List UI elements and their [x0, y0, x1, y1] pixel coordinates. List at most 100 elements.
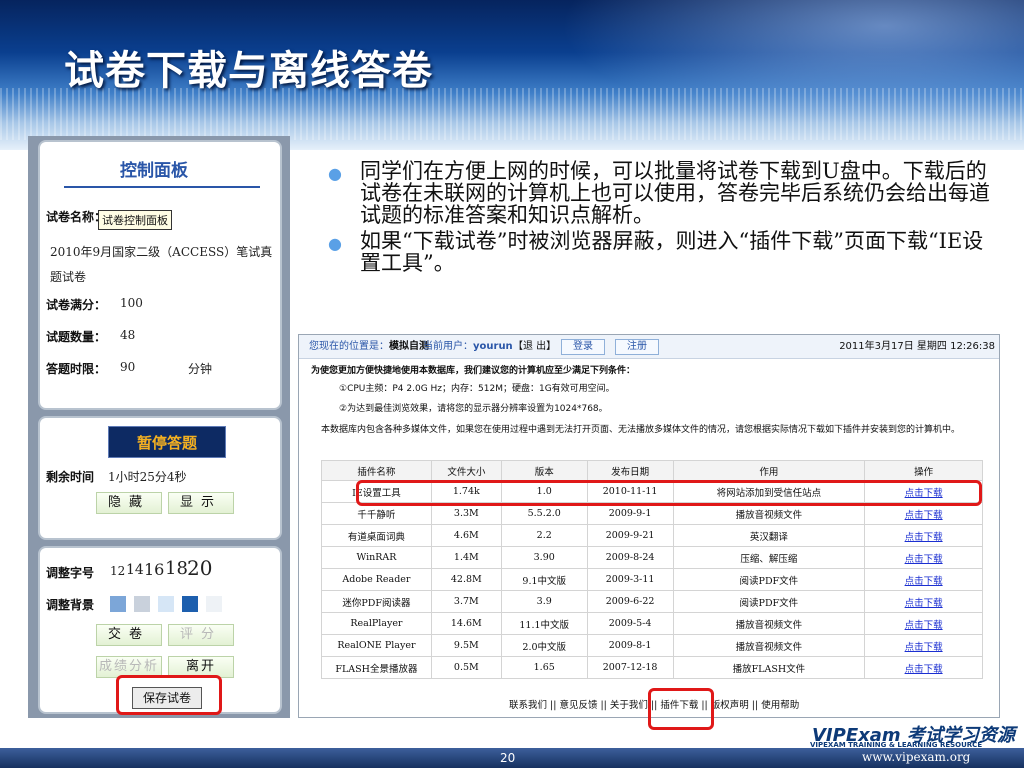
control-panel-title: 控制面板	[120, 161, 188, 181]
bullet-item: ● 同学们在方便上网的时候，可以批量将试卷下载到U盘中。下载后的试卷在未联网的计算…	[328, 159, 990, 227]
bullet-list: ● 同学们在方便上网的时候，可以批量将试卷下载到U盘中。下载后的试卷在未联网的计算…	[322, 160, 1004, 274]
table-cell: 3.90	[500, 546, 588, 569]
table-cell: RealPlayer	[321, 612, 432, 635]
table-cell: 3.9	[500, 590, 588, 613]
download-link[interactable]: 点击下载	[864, 634, 983, 657]
logout-link[interactable]: 【退 出】	[513, 335, 556, 359]
table-cell: 2009-3-11	[586, 568, 674, 591]
notice-cpu: ①CPU主频：P4 2.0G Hz；内存：512M；硬盘：1G有效可用空间。	[339, 384, 615, 394]
column-header: 插件名称	[321, 460, 432, 481]
login-button[interactable]: 登录	[561, 339, 605, 355]
table-cell: Adobe Reader	[321, 568, 432, 591]
control-panel-screenshot: 控制面板 试卷名称： 试卷控制面板 2010年9月国家二级（ACCESS）笔试真…	[28, 136, 290, 718]
submit-button[interactable]: 交卷	[96, 624, 162, 646]
score-button[interactable]: 评分	[168, 624, 234, 646]
table-cell: 2009-5-4	[586, 612, 674, 635]
table-row: Adobe Reader 42.8M 9.1中文版 2009-3-11 阅读PDF文件点…	[321, 568, 983, 591]
page-header: 您现在的位置是：模拟自测 当前用户：yourun 【退 出】 登录 注册 201…	[299, 335, 999, 359]
time-limit-value: 90	[120, 360, 136, 374]
download-link[interactable]: 点击下载	[864, 546, 983, 569]
full-score-value: 100	[120, 296, 143, 310]
highlight-ie-tool-row	[356, 480, 982, 506]
remaining-value: 1小时25分4秒	[108, 470, 187, 484]
hide-button[interactable]: 隐藏	[96, 492, 162, 514]
table-cell: 2009-8-24	[586, 546, 674, 569]
pause-button[interactable]: 暂停答题	[108, 426, 226, 458]
question-count-label: 试题数量：	[46, 330, 107, 344]
download-link[interactable]: 点击下载	[864, 568, 983, 591]
table-cell: RealONE Player	[321, 634, 432, 657]
paper-name-value: 2010年9月国家二级（ACCESS）笔试真题试卷	[50, 245, 273, 284]
table-cell: 2007-12-18	[586, 656, 674, 679]
table-row: FLASH全景播放器 0.5M 1.65 2007-12-18 播放FLASH文件 点击下…	[321, 656, 983, 679]
column-header: 发布日期	[586, 460, 674, 481]
bg-swatch-5[interactable]	[206, 596, 222, 612]
table-row: WinRAR 1.4M 3.90 2009-8-24 压缩、解压缩 点击下载	[321, 546, 983, 569]
notice-plugins: 本数据库内包含各种多媒体文件，如果您在使用过程中遇到无法打开页面、无法播放多媒体…	[321, 425, 961, 435]
column-header: 作用	[672, 460, 866, 481]
datetime: 2011年3月17日 星期四 12:26:38	[839, 341, 995, 352]
font-size-18[interactable]: 18	[165, 558, 188, 579]
table-cell: 播放音视频文件	[672, 612, 866, 635]
table-cell: 1.4M	[430, 546, 502, 569]
slide-title: 试卷下载与离线答卷	[64, 48, 433, 94]
font-size-14[interactable]: 14	[126, 562, 144, 578]
table-header-row: 插件名称 文件大小 版本 发布日期 作用 操作	[321, 460, 983, 481]
table-cell: 2009-9-21	[586, 524, 674, 547]
font-size-20[interactable]: 20	[187, 556, 212, 580]
table-cell: 英汉翻译	[672, 524, 866, 547]
register-button[interactable]: 注册	[615, 339, 659, 355]
background-label: 调整背景	[46, 598, 95, 612]
slide: 试卷下载与离线答卷 控制面板 试卷名称： 试卷控制面板 2010年9月国家二级（…	[0, 0, 1024, 768]
table-cell: 9.1中文版	[500, 568, 588, 591]
bullet-icon: ●	[328, 234, 342, 253]
highlight-plugin-download-link	[648, 688, 714, 730]
remaining-label: 剩余时间	[46, 470, 95, 484]
question-count-value: 48	[120, 328, 136, 342]
table-cell: 压缩、解压缩	[672, 546, 866, 569]
table-cell: 14.6M	[430, 612, 502, 635]
column-header: 版本	[500, 460, 588, 481]
table-cell: 迷你PDF阅读器	[321, 590, 432, 613]
table-cell: 有道桌面词典	[321, 524, 432, 547]
highlight-save-button	[116, 675, 222, 715]
show-button[interactable]: 显示	[168, 492, 234, 514]
bg-swatch-2[interactable]	[134, 596, 150, 612]
download-link[interactable]: 点击下载	[864, 590, 983, 613]
table-row: RealPlayer 14.6M 11.1中文版 2009-5-4 播放音视频文件 点击下…	[321, 612, 983, 635]
table-cell: 阅读PDF文件	[672, 568, 866, 591]
table-cell: 2.2	[500, 524, 588, 547]
page-number: 20	[500, 751, 516, 765]
table-cell: 0.5M	[430, 656, 502, 679]
control-panel-info: 控制面板 试卷名称： 试卷控制面板 2010年9月国家二级（ACCESS）笔试真…	[38, 140, 282, 410]
notice-resolution: ②为达到最佳浏览效果，请将您的显示器分辨率设置为1024*768。	[339, 404, 608, 414]
download-link[interactable]: 点击下载	[864, 524, 983, 547]
table-row: RealONE Player 9.5M 2.0中文版 2009-8-1 播放音视频文件点…	[321, 634, 983, 657]
download-link[interactable]: 点击下载	[864, 656, 983, 679]
font-size-12[interactable]: 12	[110, 564, 125, 578]
panel-tooltip: 试卷控制面板	[98, 210, 172, 230]
control-panel-timer: 暂停答题 剩余时间 1小时25分4秒 隐藏 显示	[38, 416, 282, 540]
column-header: 操作	[864, 460, 983, 481]
bullet-icon: ●	[328, 164, 342, 183]
font-size-16[interactable]: 16	[144, 560, 164, 579]
current-user: 当前用户：yourun	[423, 341, 513, 352]
time-limit-label: 答题时限：	[46, 362, 107, 376]
table-cell: FLASH全景播放器	[321, 656, 432, 679]
table-cell: 2009-8-1	[586, 634, 674, 657]
bg-swatch-1[interactable]	[110, 596, 126, 612]
table-cell: 2.0中文版	[500, 634, 588, 657]
bg-swatch-4[interactable]	[182, 596, 198, 612]
bg-swatch-3[interactable]	[158, 596, 174, 612]
column-header: 文件大小	[430, 460, 502, 481]
download-link[interactable]: 点击下载	[864, 612, 983, 635]
table-cell: 2009-6-22	[586, 590, 674, 613]
full-score-label: 试卷满分：	[46, 298, 107, 312]
table-cell: 1.65	[500, 656, 588, 679]
location: 您现在的位置是：模拟自测	[309, 341, 429, 352]
table-row: 有道桌面词典 4.6M 2.2 2009-9-21 英汉翻译 点击下载	[321, 524, 983, 547]
brand-url: www.vipexam.org	[862, 750, 971, 764]
table-cell: 11.1中文版	[500, 612, 588, 635]
bullet-item: ● 如果“下载试卷”时被浏览器屏蔽，则进入“插件下载”页面下载“IE设置工具”。	[328, 229, 984, 275]
plugin-download-screenshot: 您现在的位置是：模拟自测 当前用户：yourun 【退 出】 登录 注册 201…	[298, 334, 1000, 718]
